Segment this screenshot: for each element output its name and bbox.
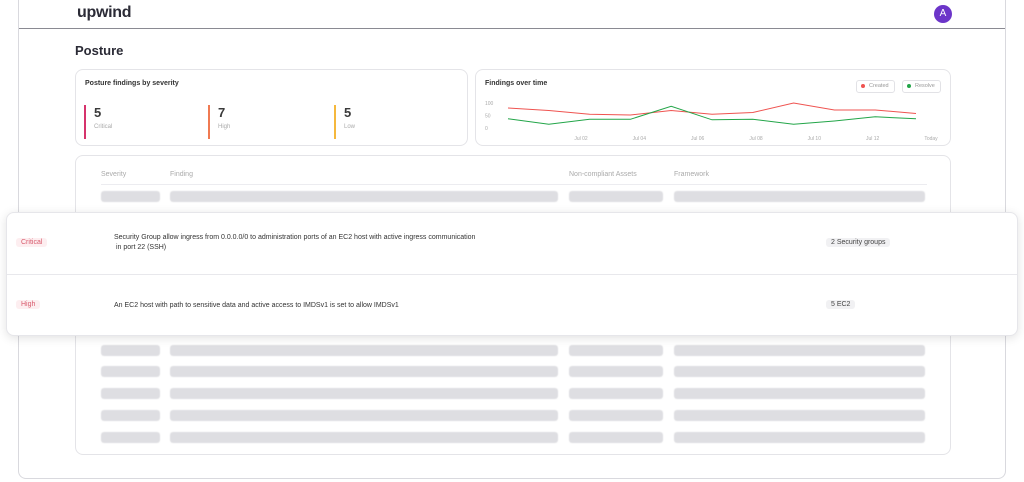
placeholder-bar: [569, 432, 663, 443]
x-tick-label: Jul 08: [749, 136, 763, 142]
column-header-severity[interactable]: Severity: [101, 171, 126, 178]
severity-label: High: [218, 124, 231, 130]
series-line-resolve[interactable]: [507, 105, 917, 125]
column-header-framework[interactable]: Framework: [674, 171, 709, 178]
finding-text: An EC2 host with path to sensitive data …: [114, 301, 399, 311]
placeholder-bar: [170, 366, 558, 377]
severity-count: 5: [344, 105, 352, 120]
severity-critical[interactable]: 5 Critical: [84, 105, 112, 139]
severity-badge: Critical: [16, 238, 48, 247]
placeholder-bar: [101, 388, 160, 399]
placeholder-bar: [674, 191, 925, 202]
avatar[interactable]: A: [934, 5, 952, 23]
placeholder-bar: [170, 191, 558, 202]
placeholder-bar: [170, 410, 558, 421]
finding-line: in port 22 (SSH): [114, 244, 167, 251]
severity-label: Critical: [94, 124, 113, 130]
header-divider: [101, 184, 927, 185]
column-header-finding[interactable]: Finding: [170, 171, 193, 178]
placeholder-bar: [101, 366, 160, 377]
top-bar: upwind A: [19, 0, 1005, 29]
placeholder-bar: [674, 432, 925, 443]
assets-badge: 2 Security groups: [826, 238, 891, 247]
placeholder-bar: [674, 410, 925, 421]
placeholder-bar: [101, 345, 160, 356]
upwind-logo[interactable]: upwind: [77, 4, 131, 22]
placeholder-bar: [569, 366, 663, 377]
placeholder-bar: [569, 345, 663, 356]
x-tick-label: Jul 02: [574, 136, 588, 142]
placeholder-bar: [101, 410, 160, 421]
placeholder-bar: [101, 191, 160, 202]
series-line-created[interactable]: [507, 102, 917, 116]
x-tick-label: Jul 10: [808, 136, 822, 142]
severity-label: Low: [344, 124, 356, 130]
severity-card-title: Posture findings by severity: [85, 80, 179, 87]
severity-low[interactable]: 5 Low: [334, 105, 355, 139]
severity-count: 7: [218, 105, 226, 120]
y-tick-label: 0: [485, 126, 488, 132]
severity-count: 5: [94, 105, 102, 120]
highlighted-findings: Critical Security Group allow ingress fr…: [6, 212, 1018, 336]
assets-badge: 5 EC2: [826, 300, 856, 309]
severity-badge: High: [16, 300, 41, 309]
table-row[interactable]: Critical Security Group allow ingress fr…: [7, 213, 1017, 274]
x-tick-label: Jul 04: [633, 136, 647, 142]
finding-line: An EC2 host with path to sensitive data …: [114, 302, 399, 309]
x-tick-label: Jul 12: [866, 136, 880, 142]
finding-text: Security Group allow ingress from 0.0.0.…: [114, 233, 475, 253]
y-tick-label: 50: [485, 114, 491, 120]
severity-card: Posture findings by severity 5 Critical …: [75, 69, 468, 146]
table-row[interactable]: High An EC2 host with path to sensitive …: [7, 274, 1017, 336]
placeholder-bar: [674, 366, 925, 377]
findings-line-chart: 100 50 0 Jul 02 Jul 04 Jul 06 Jul 08 Jul 10 Jul …: [485, 101, 938, 142]
placeholder-bar: [674, 345, 925, 356]
finding-line: Security Group allow ingress from 0.0.0.…: [114, 234, 476, 241]
severity-high[interactable]: 7 High: [208, 105, 230, 139]
placeholder-bar: [170, 345, 558, 356]
x-tick-label: Today: [924, 136, 938, 142]
placeholder-bar: [569, 191, 663, 202]
placeholder-bar: [170, 388, 558, 399]
findings-over-time-card: Findings over time Created Resolve 100 50…: [475, 69, 951, 146]
page-title: Posture: [75, 43, 124, 58]
placeholder-bar: [674, 388, 925, 399]
placeholder-bar: [569, 388, 663, 399]
column-header-assets[interactable]: Non-compliant Assets: [569, 171, 637, 178]
placeholder-bar: [170, 432, 558, 443]
y-tick-label: 100: [485, 101, 494, 107]
placeholder-bar: [101, 432, 160, 443]
x-tick-label: Jul 06: [691, 136, 705, 142]
placeholder-bar: [569, 410, 663, 421]
